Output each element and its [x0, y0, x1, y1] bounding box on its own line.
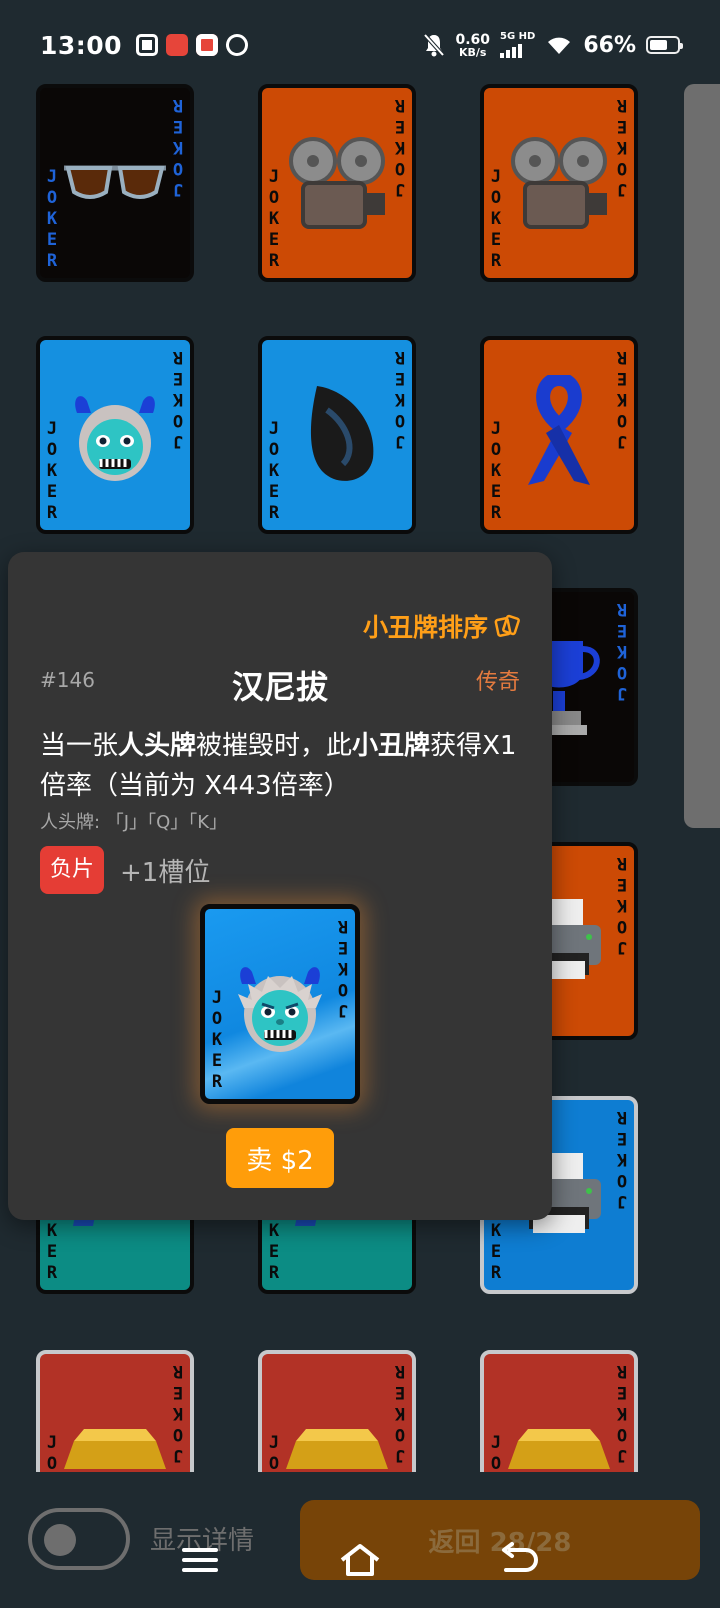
mute-bell-icon — [423, 33, 445, 57]
sell-button[interactable]: 卖 $2 — [226, 1128, 334, 1188]
card-back-label-rotated: JOKER — [616, 347, 628, 451]
card-description: 当一张人头牌被摧毁时，此小丑牌获得X1倍率（当前为 X443倍率） — [40, 726, 520, 806]
joker-card[interactable]: JOKER JOKER — [480, 84, 638, 282]
card-back-label-rotated: JOKER — [172, 347, 184, 451]
card-back-label-rotated: JOKER — [394, 95, 406, 199]
negative-edition-badge: 负片 — [40, 846, 105, 894]
card-back-label-rotated: JOKER — [172, 95, 184, 199]
card-back-label-rotated: JOKER — [616, 853, 628, 957]
sunglasses-icon — [60, 158, 170, 208]
clock: 13:00 — [40, 30, 123, 60]
ogre-icon — [63, 383, 167, 487]
card-back-label-rotated: JOKER — [394, 347, 406, 451]
battery-icon — [646, 36, 683, 54]
desc-keyword-face-card: 人头牌 — [118, 731, 197, 761]
sort-label: 小丑牌排序 — [362, 613, 488, 642]
network-speed: 0.60 KB/s — [455, 33, 490, 58]
signal-bars-icon — [500, 44, 535, 58]
toggle-knob — [44, 1524, 76, 1556]
sell-label: 卖 $2 — [246, 1145, 314, 1176]
desc-keyword-joker: 小丑牌 — [352, 731, 431, 761]
slot-bonus-text: +1槽位 — [120, 857, 211, 888]
joker-sort-link[interactable]: 小丑牌排序 — [363, 608, 520, 644]
gold-bar-icon — [504, 1421, 614, 1472]
card-back-label-rotated: JOKER — [337, 916, 349, 1020]
net-speed-value: 0.60 — [455, 31, 490, 48]
home-nav-icon[interactable] — [336, 1540, 384, 1580]
card-back-label-rotated: JOKER — [616, 1107, 628, 1211]
avatar-app-icon — [196, 34, 219, 56]
joker-card[interactable]: JOKER JOKER — [258, 336, 416, 534]
card-back-label-rotated: JOKER — [394, 1361, 406, 1465]
joker-card[interactable]: JOKER JOKER — [258, 1350, 416, 1472]
card-back-label: JOKER — [490, 167, 502, 271]
card-back-label: JOKER — [490, 419, 502, 523]
menu-nav-icon[interactable] — [176, 1540, 224, 1580]
battery-percent: 66% — [583, 32, 636, 58]
joker-card[interactable]: JOKER JOKER — [480, 1350, 638, 1472]
card-back-label: JOKER — [268, 419, 280, 523]
net-speed-unit: KB/s — [458, 45, 487, 59]
scissors-app-icon — [136, 34, 159, 56]
joker-card[interactable]: JOKER JOKER — [36, 1350, 194, 1472]
joker-card[interactable]: JOKER JOKER — [258, 84, 416, 282]
ribbon-icon — [514, 375, 604, 495]
card-back-label: JOKER — [268, 1433, 280, 1472]
ogre-icon — [228, 954, 332, 1062]
card-back-label: JOKER — [46, 419, 58, 523]
joker-card[interactable]: JOKER JOKER — [36, 84, 194, 282]
back-nav-icon[interactable] — [496, 1540, 544, 1580]
card-back-label: JOKER — [490, 1433, 502, 1472]
selected-joker-card: JOKER JOKER — [200, 904, 360, 1104]
card-back-label: JOKER — [268, 167, 280, 271]
toutiao-app-icon — [166, 34, 189, 56]
signal-label: 5G HD — [500, 31, 536, 42]
cell-signal: 5G HD — [500, 32, 535, 58]
cards-icon — [494, 614, 520, 637]
card-back-label-rotated: JOKER — [616, 95, 628, 199]
wifi-icon — [548, 37, 571, 54]
film-projector-icon — [279, 131, 395, 235]
show-details-toggle[interactable] — [28, 1508, 130, 1570]
joker-detail-popup: 小丑牌排序 #146 汉尼拔 传奇 当一张人头牌被摧毁时，此小丑牌获得X1倍率（… — [8, 552, 552, 1220]
gold-bar-icon — [282, 1421, 392, 1472]
status-bar: 13:00 0.60 KB/s 5G HD 66% — [0, 0, 720, 90]
edition-row: 负片 +1槽位 — [40, 846, 210, 894]
gold-bar-icon — [60, 1421, 170, 1472]
notification-icons — [136, 29, 253, 61]
card-back-label: JOKER — [46, 167, 58, 271]
joker-card[interactable]: JOKER JOKER — [480, 336, 638, 534]
card-back-label-rotated: JOKER — [616, 1361, 628, 1465]
scrollbar[interactable] — [684, 84, 720, 828]
loop-app-icon — [222, 29, 253, 61]
card-back-label: JOKER — [46, 1433, 58, 1472]
joker-card[interactable]: JOKER JOKER — [36, 336, 194, 534]
film-projector-icon — [501, 131, 617, 235]
card-back-label-rotated: JOKER — [172, 1361, 184, 1465]
rarity-label: 传奇 — [475, 670, 520, 695]
desc-text-1: 当一张 — [40, 731, 119, 761]
face-card-note: 人头牌: 「J」「Q」「K」 — [40, 812, 228, 833]
spiral-shell-icon — [287, 380, 387, 490]
desc-text-2: 被摧毁时，此 — [196, 731, 353, 761]
card-title: 汉尼拔 — [231, 668, 328, 706]
card-back-label: JOKER — [211, 988, 223, 1092]
card-back-label-rotated: JOKER — [616, 599, 628, 703]
